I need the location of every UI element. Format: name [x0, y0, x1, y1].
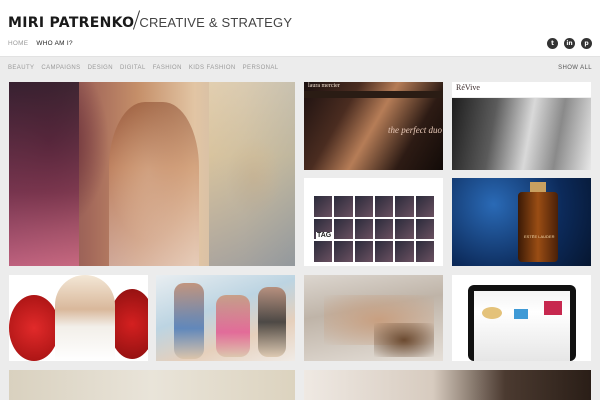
- site-header: MIRI PATRENKO CREATIVE & STRATEGY HOME W…: [0, 0, 600, 57]
- portfolio-tile-beach-campaign[interactable]: [156, 275, 295, 361]
- bag-product: [514, 309, 528, 319]
- shoe-product: [544, 301, 562, 315]
- portfolio-tile-tablet-app[interactable]: [452, 275, 591, 361]
- category-filter-bar: BEAUTY CAMPAIGNS DESIGN DIGITAL FASHION …: [8, 65, 279, 71]
- model-figure-center: [109, 102, 199, 266]
- portfolio-tile-reclining-model[interactable]: [304, 275, 443, 361]
- beach-figure-1: [174, 283, 204, 359]
- model-figure-left: [9, 82, 79, 266]
- child-figure: [55, 275, 115, 361]
- filter-kids-fashion[interactable]: KIDS FASHION: [189, 65, 236, 71]
- social-links: t in p: [547, 38, 592, 49]
- revive-photo: [452, 98, 591, 170]
- filter-design[interactable]: DESIGN: [88, 65, 113, 71]
- site-logo[interactable]: MIRI PATRENKO CREATIVE & STRATEGY: [8, 9, 292, 31]
- filter-personal[interactable]: PERSONAL: [243, 65, 279, 71]
- pinterest-icon[interactable]: p: [581, 38, 592, 49]
- portfolio-tile-kids-fashion[interactable]: [9, 275, 148, 361]
- estee-label-text: ESTĒE LAUDER: [524, 234, 555, 239]
- portfolio-tile-estee-lauder[interactable]: ESTĒE LAUDER: [452, 178, 591, 266]
- model-figure-right: [209, 82, 295, 266]
- red-flower-left: [9, 295, 59, 361]
- laura-brand-text: laura mercier: [308, 83, 340, 89]
- portfolio-tile-models[interactable]: [9, 82, 295, 266]
- beach-figure-2: [216, 295, 250, 357]
- portfolio-page: MIRI PATRENKO CREATIVE & STRATEGY HOME W…: [0, 0, 600, 400]
- laura-headline: the perfect duo: [388, 125, 442, 135]
- filter-campaigns[interactable]: CAMPAIGNS: [41, 65, 80, 71]
- nav-home-link[interactable]: HOME: [8, 40, 28, 47]
- tag-photo-grid: [314, 196, 434, 262]
- revive-brand-text: RéVive: [456, 83, 480, 92]
- logo-name: MIRI PATRENKO: [8, 15, 135, 31]
- tag-logo-text: TAG: [316, 232, 333, 239]
- logo-tagline: CREATIVE & STRATEGY: [139, 15, 293, 30]
- portfolio-tile-revive[interactable]: RéVive: [452, 82, 591, 170]
- portfolio-tile-bottom-right[interactable]: [304, 370, 591, 400]
- portfolio-tile-laura-mercier[interactable]: laura mercier the perfect duo: [304, 82, 443, 170]
- filter-beauty[interactable]: BEAUTY: [8, 65, 34, 71]
- laura-nav-strip: [304, 91, 443, 98]
- serum-bottle: [518, 192, 558, 262]
- beach-figure-3: [258, 287, 286, 357]
- portfolio-tile-tag-woman[interactable]: TAG: [304, 178, 443, 266]
- show-all-link[interactable]: SHOW ALL: [558, 65, 592, 71]
- hat-product: [482, 307, 502, 319]
- twitter-icon[interactable]: t: [547, 38, 558, 49]
- filter-fashion[interactable]: FASHION: [153, 65, 182, 71]
- filter-digital[interactable]: DIGITAL: [120, 65, 146, 71]
- top-navigation: HOME WHO AM I?: [8, 40, 73, 47]
- linkedin-icon[interactable]: in: [564, 38, 575, 49]
- portfolio-tile-bottom-left[interactable]: [9, 370, 295, 400]
- nav-who-am-i-link[interactable]: WHO AM I?: [36, 40, 72, 47]
- model-hair-shape: [374, 323, 434, 357]
